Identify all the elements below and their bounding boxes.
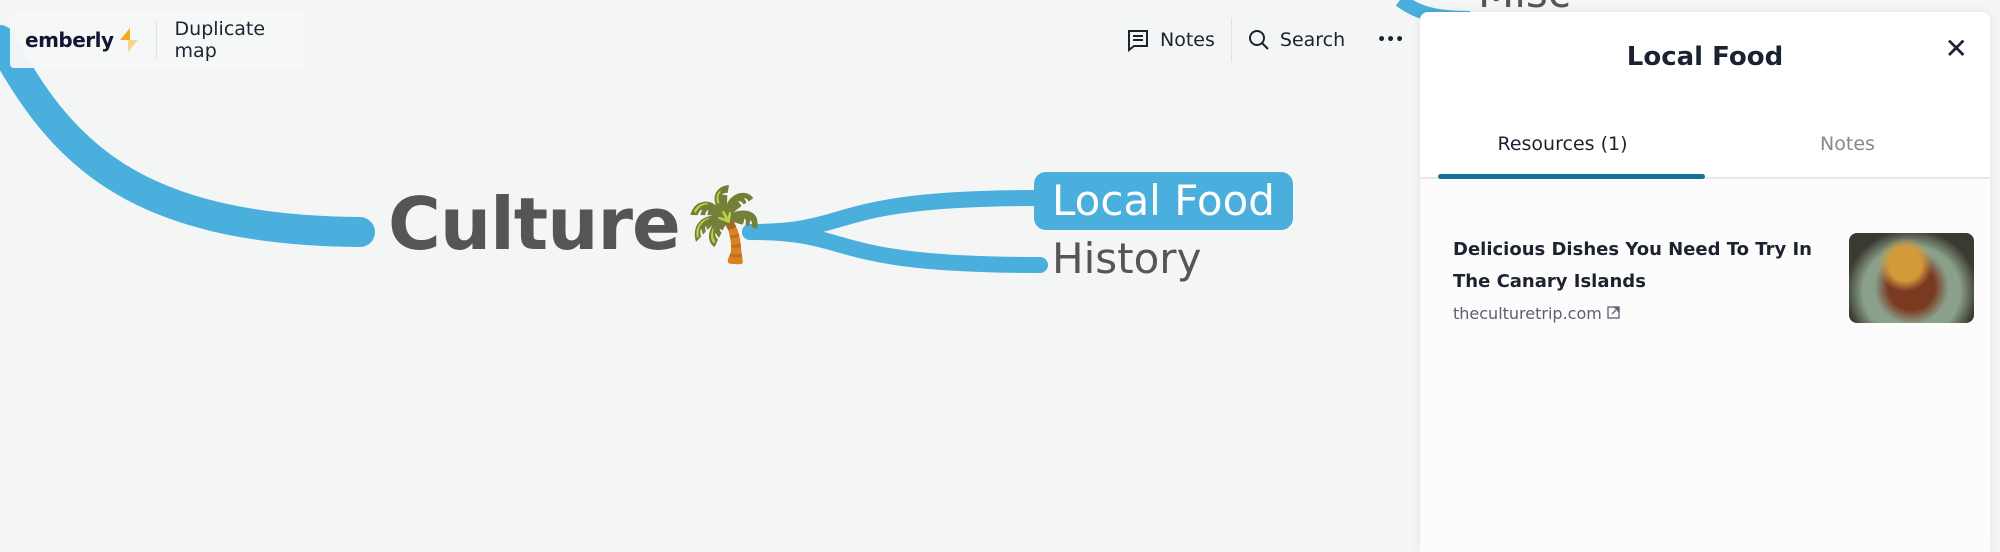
resource-title[interactable]: Delicious Dishes You Need To Try In The …	[1453, 234, 1853, 298]
panel-title: Local Food	[1626, 42, 1784, 72]
resource-link[interactable]: theculturetrip.com	[1453, 304, 1853, 323]
details-panel: Local Food ✕ Resources (1) Notes Delicio…	[1420, 12, 1990, 552]
toolbar-right: Notes Search •••	[1110, 12, 1420, 68]
search-button[interactable]: Search	[1232, 18, 1361, 62]
node-local-food[interactable]: Local Food	[1034, 172, 1293, 230]
duplicate-map-button[interactable]: Duplicate map	[157, 18, 305, 62]
notes-label: Notes	[1160, 29, 1215, 51]
connector-history	[742, 224, 1048, 273]
search-label: Search	[1279, 29, 1346, 51]
resource-domain: theculturetrip.com	[1453, 304, 1602, 323]
close-icon[interactable]: ✕	[1945, 32, 1968, 65]
notes-button[interactable]: Notes	[1110, 18, 1231, 62]
notes-icon	[1128, 30, 1148, 52]
toolbar-left: emberly Duplicate map	[10, 12, 305, 68]
resource-thumbnail[interactable]	[1849, 233, 1974, 323]
external-link-icon	[1607, 306, 1620, 319]
panel-tabs: Resources (1) Notes	[1420, 133, 1990, 179]
emberly-logo[interactable]: emberly	[10, 20, 157, 60]
logo-mark-icon	[119, 28, 138, 52]
resource-item[interactable]: Delicious Dishes You Need To Try In The …	[1453, 234, 1853, 323]
logo-text: emberly	[25, 28, 114, 52]
search-icon	[1248, 30, 1269, 50]
tab-notes[interactable]: Notes	[1705, 133, 1990, 177]
more-options-button[interactable]: •••	[1361, 18, 1420, 62]
tab-resources[interactable]: Resources (1)	[1420, 133, 1705, 179]
node-history[interactable]: History	[1052, 234, 1201, 283]
node-culture[interactable]: Culture🌴	[388, 182, 769, 267]
panel-header: Local Food ✕ Resources (1) Notes	[1420, 12, 1990, 179]
connector-culture-parent	[0, 25, 375, 247]
